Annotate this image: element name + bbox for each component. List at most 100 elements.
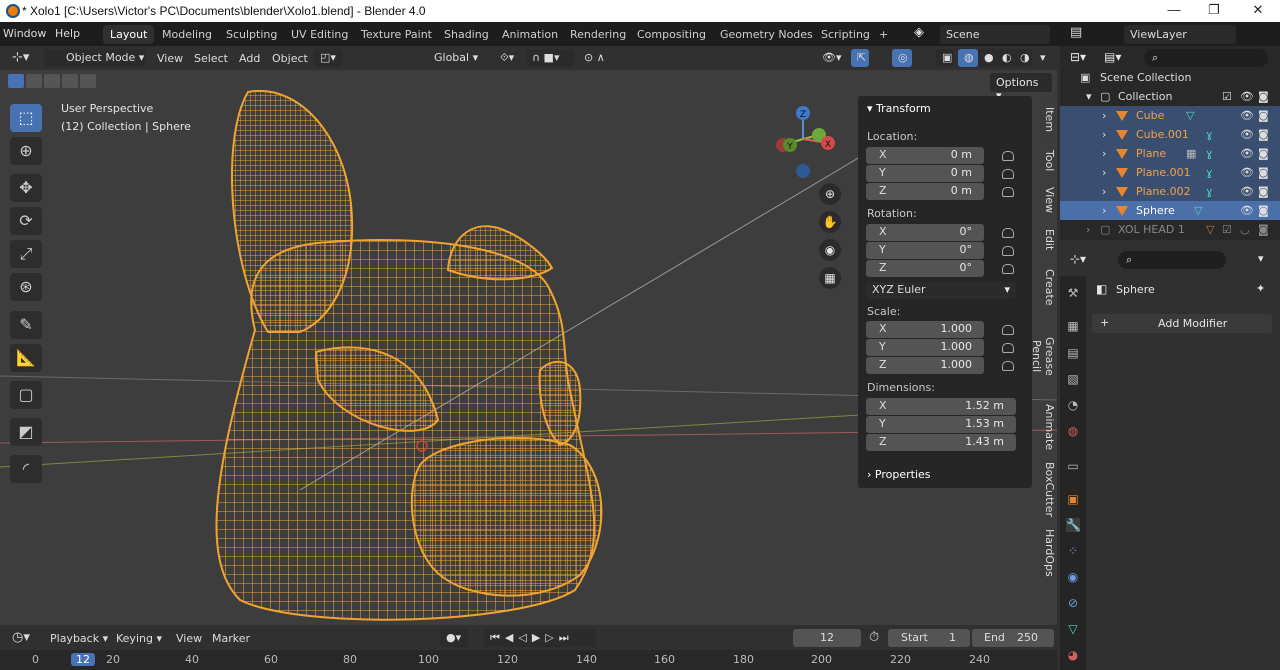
move-tool-icon[interactable]: ✥ — [10, 174, 42, 202]
annotate-tool-icon[interactable]: ✎ — [10, 311, 42, 339]
menu-add[interactable]: Add — [239, 52, 260, 65]
material-icon[interactable]: ◕ — [1066, 648, 1080, 662]
material-shading-icon[interactable]: ◐ — [996, 49, 1014, 67]
rotation-mode-dropdown[interactable]: XYZ Euler ▾ — [866, 282, 1016, 299]
lock-icon[interactable] — [1002, 343, 1014, 353]
location-y-field[interactable]: Y 0 m — [866, 165, 984, 182]
minimize-button[interactable]: — — [1164, 2, 1184, 20]
tab-view[interactable]: View — [1038, 182, 1056, 218]
output-icon[interactable]: ▤ — [1066, 346, 1080, 360]
navigation-gizmo[interactable]: Z X Y — [765, 103, 845, 183]
location-z-field[interactable]: Z 0 m — [866, 183, 984, 200]
measure-tool-icon[interactable]: 📐 — [10, 344, 42, 372]
properties-editor-icon[interactable]: ⊹▾ — [1070, 252, 1086, 266]
playback-controls[interactable]: ⏮◀◁▶▷⏭ — [484, 629, 596, 647]
location-x-field[interactable]: X 0 m — [866, 147, 984, 164]
menu-select[interactable]: Select — [194, 52, 228, 65]
dimensions-y-field[interactable]: Y 1.53 m — [866, 416, 1016, 433]
outliner-scene-collection[interactable]: ▣ Scene Collection — [1060, 68, 1280, 87]
camera-icon[interactable]: ◙ — [1258, 90, 1269, 103]
outliner-item-sphere[interactable]: › Sphere ▽ 👁 ◙ — [1060, 201, 1280, 220]
tab-geometry-nodes[interactable]: Geometry Nodes — [713, 25, 820, 44]
tab-layout[interactable]: Layout — [103, 25, 155, 44]
tab-sculpting[interactable]: Sculpting — [219, 25, 284, 44]
hardops-tool-icon[interactable]: ◜ — [10, 455, 42, 483]
orientation-selector[interactable]: Global ▾ — [412, 49, 486, 67]
checkbox-icon[interactable]: ☑ — [1222, 223, 1232, 236]
drivers-icon[interactable]: ◰▾ — [314, 49, 342, 67]
pan-hand-icon[interactable]: ✋ — [819, 211, 841, 233]
tab-shading[interactable]: Shading — [437, 25, 496, 44]
menu-window[interactable]: Window — [3, 27, 46, 40]
eye-icon[interactable]: 👁 — [1240, 185, 1254, 198]
view-layer-icon[interactable]: ▤ — [1070, 25, 1082, 40]
collapse-chevron-icon[interactable]: ▾ — [1086, 90, 1092, 103]
scale-x-field[interactable]: X 1.000 — [866, 321, 984, 338]
expand-chevron-icon[interactable]: › — [1102, 128, 1106, 141]
visibility-icon[interactable]: 👁▾ — [816, 49, 846, 67]
shading-options-icon[interactable]: ▾ — [1034, 49, 1052, 67]
scene-icon[interactable]: ◈ — [914, 25, 924, 40]
eye-icon[interactable]: 👁 — [1240, 166, 1254, 179]
menu-view[interactable]: View — [157, 52, 183, 65]
gizmo-neg-z-axis[interactable] — [796, 164, 810, 178]
outliner-item-plane-002[interactable]: › Plane.002 ɣ 👁 ◙ — [1060, 182, 1280, 201]
tool-settings-icon[interactable]: ⚒ — [1066, 286, 1080, 300]
menu-keying[interactable]: Keying ▾ — [116, 632, 162, 645]
wireframe-shading-icon[interactable]: ◍ — [958, 49, 978, 67]
menu-playback[interactable]: Playback ▾ — [50, 632, 108, 645]
rotation-x-field[interactable]: X 0° — [866, 224, 984, 241]
lock-icon[interactable] — [1002, 361, 1014, 371]
options-dropdown[interactable]: Options ▾ — [990, 73, 1052, 102]
transform-header[interactable]: ▾ Transform — [867, 102, 931, 115]
expand-chevron-icon[interactable]: › — [1102, 204, 1106, 217]
editor-type-icon[interactable]: ⊹▾ — [12, 50, 29, 65]
eye-hidden-icon[interactable]: ◡ — [1240, 223, 1250, 236]
tab-modeling[interactable]: Modeling — [155, 25, 219, 44]
dimensions-x-field[interactable]: X 1.52 m — [866, 398, 1016, 415]
gizmo-toggle-icon[interactable]: ⇱ — [851, 49, 869, 67]
tab-rendering[interactable]: Rendering — [563, 25, 633, 44]
tab-tool[interactable]: Tool — [1038, 143, 1056, 179]
close-button[interactable]: ✕ — [1248, 2, 1268, 20]
transform-tool-icon[interactable]: ⊛ — [10, 273, 42, 301]
view-layer-selector[interactable]: ViewLayer — [1124, 25, 1236, 44]
camera-icon[interactable]: ◙ — [1258, 185, 1269, 198]
outliner-item-cube-001[interactable]: › Cube.001 ɣ 👁 ◙ — [1060, 125, 1280, 144]
camera-icon[interactable]: ◙ — [1258, 109, 1269, 122]
rendered-shading-icon[interactable]: ◑ — [1014, 49, 1032, 67]
tab-texture-paint[interactable]: Texture Paint — [354, 25, 439, 44]
camera-icon[interactable]: ◙ — [1258, 147, 1269, 160]
zoom-icon[interactable]: ⊕ — [819, 183, 841, 205]
eye-icon[interactable]: 👁 — [1240, 90, 1254, 103]
scale-y-field[interactable]: Y 1.000 — [866, 339, 984, 356]
camera-view-icon[interactable]: ◉ — [819, 239, 841, 261]
lock-icon[interactable] — [1002, 169, 1014, 179]
outliner-collection[interactable]: ▾ ▢ Collection ☑ 👁 ◙ — [1060, 87, 1280, 106]
end-frame-field[interactable]: End 250 — [972, 629, 1054, 647]
select-intersect-icon[interactable] — [80, 74, 96, 88]
perspective-toggle-icon[interactable]: ▦ — [819, 267, 841, 289]
stopwatch-icon[interactable]: ⏱ — [869, 630, 879, 645]
mode-selector[interactable]: Object Mode ▾ — [44, 49, 146, 67]
camera-icon[interactable]: ◙ — [1258, 223, 1269, 236]
pivot-icon[interactable]: ⟐▾ — [494, 49, 522, 67]
render-icon[interactable]: ▦ — [1066, 319, 1080, 333]
xray-icon[interactable]: ▣ — [936, 49, 954, 67]
select-new-icon[interactable] — [8, 74, 24, 88]
rotation-z-field[interactable]: Z 0° — [866, 260, 984, 277]
start-frame-field[interactable]: Start 1 — [888, 629, 970, 647]
lock-icon[interactable] — [1002, 151, 1014, 161]
tab-animate[interactable]: Animate — [1038, 400, 1056, 454]
timeline-editor-icon[interactable]: ◷▾ — [12, 630, 30, 645]
expand-chevron-icon[interactable]: › — [1102, 109, 1106, 122]
mesh-data-props-icon[interactable]: ▽ — [1066, 622, 1080, 636]
cursor-tool-icon[interactable]: ⊕ — [10, 137, 42, 165]
current-frame-field[interactable]: 12 — [793, 629, 861, 647]
object-props-icon[interactable]: ▣ — [1066, 492, 1080, 506]
outliner-item-plane-001[interactable]: › Plane.001 ɣ 👁 ◙ — [1060, 163, 1280, 182]
rotate-tool-icon[interactable]: ⟳ — [10, 207, 42, 235]
constraints-icon[interactable]: ⊘ — [1066, 596, 1080, 610]
eye-icon[interactable]: 👁 — [1240, 147, 1254, 160]
camera-icon[interactable]: ◙ — [1258, 166, 1269, 179]
